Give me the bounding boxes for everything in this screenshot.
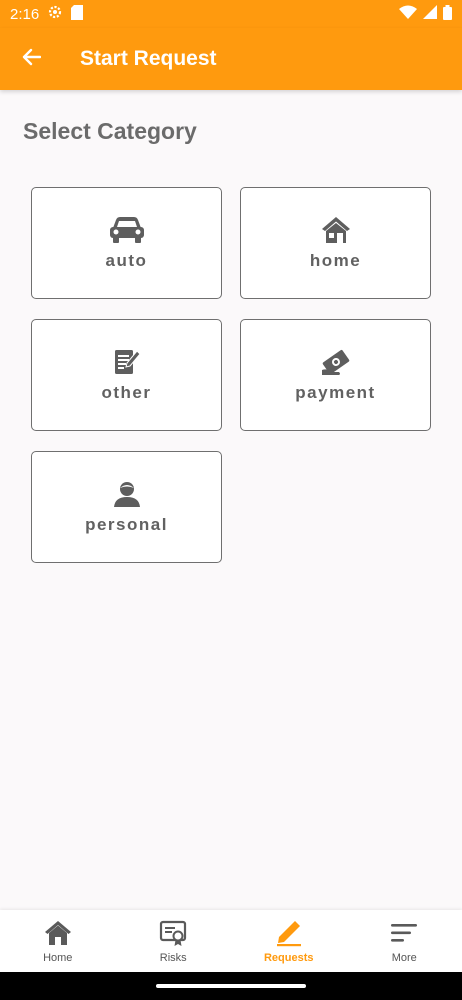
status-time: 2:16 [10, 5, 40, 23]
category-label: auto [105, 251, 148, 270]
person-icon [113, 479, 141, 509]
category-label: other [101, 383, 152, 402]
certificate-icon [159, 918, 187, 948]
category-label: home [309, 251, 362, 270]
battery-icon [443, 4, 452, 24]
pencil-icon [274, 918, 304, 948]
nav-label: Home [43, 952, 73, 964]
category-grid: auto home other payment personal [31, 187, 431, 563]
nav-more[interactable]: More [347, 910, 462, 972]
status-bar: 2:16 [0, 0, 462, 28]
category-label: payment [295, 383, 376, 402]
payment-icon [321, 347, 351, 377]
app-bar: Start Request [0, 28, 462, 90]
house-icon [321, 215, 351, 245]
home-icon [44, 918, 72, 948]
nav-label: Risks [159, 952, 187, 964]
category-payment[interactable]: payment [240, 319, 431, 431]
menu-icon [390, 918, 418, 948]
category-auto[interactable]: auto [31, 187, 222, 299]
nav-requests[interactable]: Requests [231, 910, 347, 972]
category-label: personal [85, 515, 168, 534]
nav-label: More [391, 952, 417, 964]
document-edit-icon [113, 347, 141, 377]
gesture-bar [0, 972, 462, 1000]
category-home[interactable]: home [240, 187, 431, 299]
wifi-icon [399, 5, 417, 23]
bottom-nav: Home Risks Requests More [0, 910, 462, 972]
section-title: Select Category [23, 118, 197, 144]
signal-icon [423, 5, 437, 23]
settings-icon [47, 4, 63, 24]
category-other[interactable]: other [31, 319, 222, 431]
nav-label: Requests [263, 952, 314, 964]
home-gesture-handle[interactable] [156, 984, 306, 988]
nav-home[interactable]: Home [0, 910, 116, 972]
nav-risks[interactable]: Risks [116, 910, 232, 972]
category-personal[interactable]: personal [31, 451, 222, 563]
back-button[interactable] [0, 28, 62, 90]
sd-card-icon [71, 4, 84, 24]
page-title: Start Request [80, 47, 217, 70]
arrow-left-icon [21, 48, 42, 71]
car-icon [109, 215, 145, 245]
